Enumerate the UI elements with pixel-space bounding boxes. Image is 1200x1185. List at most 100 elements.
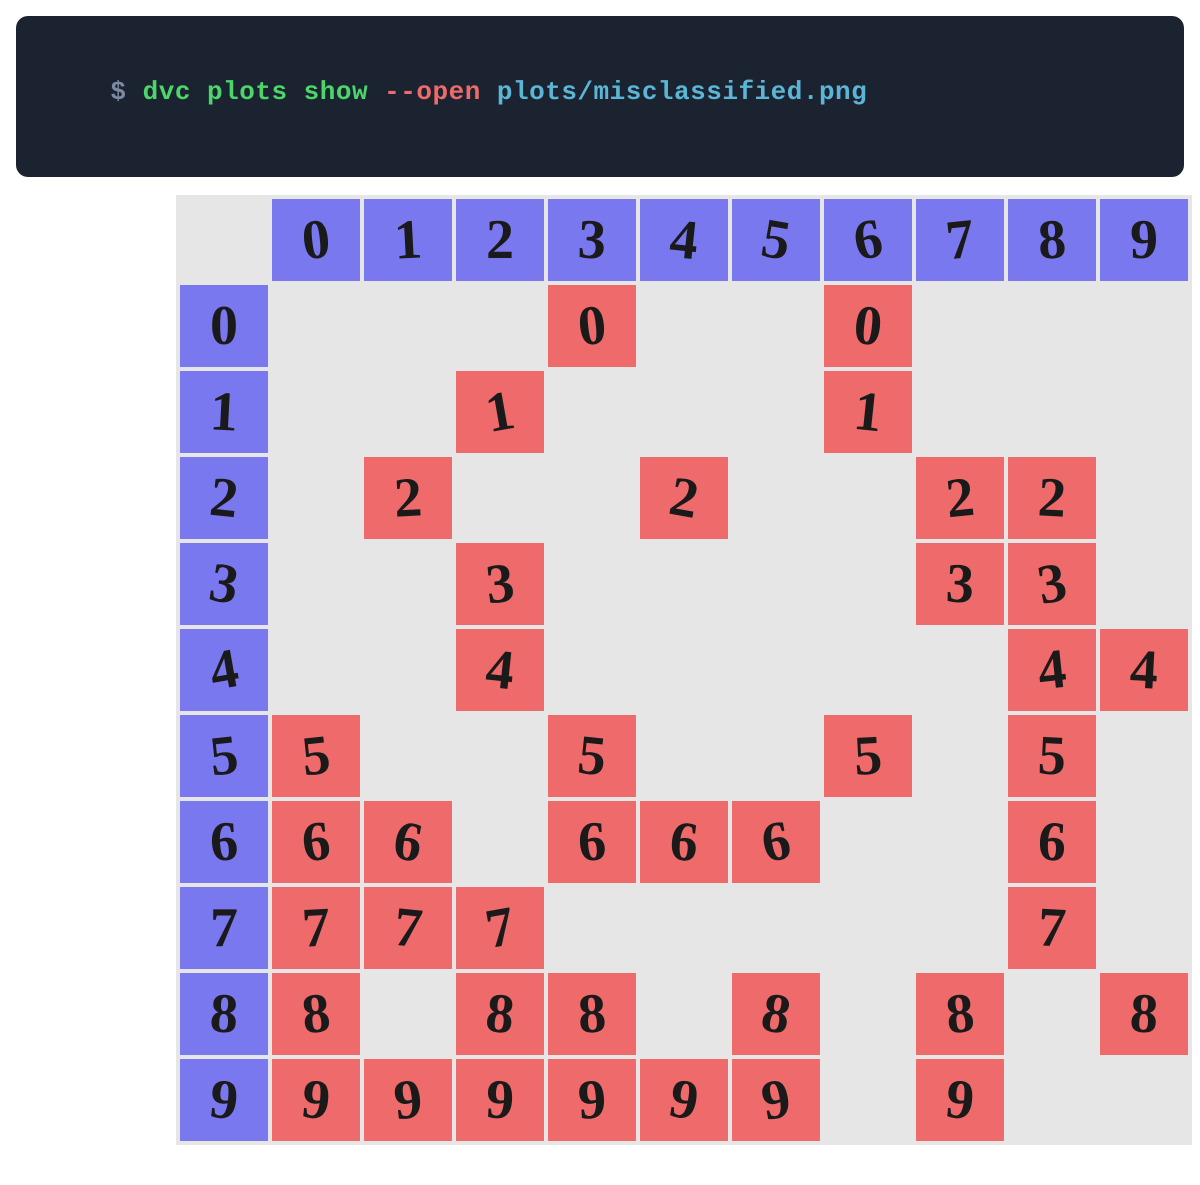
empty-cell-3-9	[1100, 543, 1188, 625]
mis-cell-7-2: 7	[456, 887, 544, 969]
empty-cell-1-7	[916, 371, 1004, 453]
empty-cell-0-9	[1100, 285, 1188, 367]
mis-cell-5-3: 5	[548, 715, 636, 797]
terminal-flag: --open	[368, 77, 497, 107]
empty-cell-4-4	[640, 629, 728, 711]
mis-cell-1-2: 1	[456, 371, 544, 453]
empty-cell-0-8	[1008, 285, 1096, 367]
mis-cell-8-7: 8	[916, 973, 1004, 1055]
mis-glyph: 6	[757, 812, 794, 872]
col-header-glyph: 5	[757, 210, 794, 270]
empty-cell-5-1	[364, 715, 452, 797]
empty-cell-7-3	[548, 887, 636, 969]
mis-glyph: 3	[945, 555, 976, 612]
empty-cell-8-1	[364, 973, 452, 1055]
empty-cell-6-6	[824, 801, 912, 883]
mis-cell-2-4: 2	[640, 457, 728, 539]
mis-cell-9-4: 9	[640, 1059, 728, 1141]
mis-cell-7-1: 7	[364, 887, 452, 969]
row-header-4: 4	[180, 629, 268, 711]
mis-cell-9-1: 9	[364, 1059, 452, 1141]
mis-cell-4-2: 4	[456, 629, 544, 711]
mis-cell-6-4: 6	[640, 801, 728, 883]
col-header-glyph: 4	[667, 211, 701, 270]
mis-glyph: 2	[1037, 469, 1068, 526]
col-header-4: 4	[640, 199, 728, 281]
empty-cell-0-0	[272, 285, 360, 367]
col-header-1: 1	[364, 199, 452, 281]
mis-cell-8-5: 8	[732, 973, 820, 1055]
mis-glyph: 1	[481, 382, 518, 442]
empty-cell-9-6	[824, 1059, 912, 1141]
col-header-glyph: 1	[393, 211, 424, 268]
mis-glyph: 7	[301, 899, 332, 956]
mis-glyph: 9	[485, 1071, 516, 1128]
empty-cell-2-3	[548, 457, 636, 539]
col-header-glyph: 6	[849, 210, 886, 270]
col-header-3: 3	[548, 199, 636, 281]
mis-glyph: 5	[853, 727, 884, 784]
mis-glyph: 6	[1037, 813, 1068, 870]
mis-glyph: 9	[943, 1071, 977, 1130]
col-header-glyph: 3	[577, 211, 608, 268]
row-header-glyph: 0	[210, 298, 238, 354]
row-header-glyph: 4	[205, 640, 242, 700]
mis-glyph: 4	[483, 641, 517, 700]
row-header-9: 9	[180, 1059, 268, 1141]
empty-cell-3-5	[732, 543, 820, 625]
empty-cell-4-1	[364, 629, 452, 711]
empty-cell-8-6	[824, 973, 912, 1055]
mis-glyph: 7	[391, 899, 425, 958]
mis-cell-6-5: 6	[732, 801, 820, 883]
mis-cell-1-6: 1	[824, 371, 912, 453]
empty-cell-2-9	[1100, 457, 1188, 539]
row-header-2: 2	[180, 457, 268, 539]
empty-cell-1-8	[1008, 371, 1096, 453]
row-header-glyph: 8	[209, 985, 240, 1042]
mis-cell-6-0: 6	[272, 801, 360, 883]
empty-cell-2-2	[456, 457, 544, 539]
empty-cell-6-9	[1100, 801, 1188, 883]
row-header-glyph: 7	[210, 900, 238, 956]
row-header-glyph: 9	[207, 1071, 241, 1130]
mis-glyph: 2	[943, 469, 977, 528]
empty-cell-6-7	[916, 801, 1004, 883]
row-header-5: 5	[180, 715, 268, 797]
row-header-7: 7	[180, 887, 268, 969]
empty-cell-1-1	[364, 371, 452, 453]
empty-cell-1-4	[640, 371, 728, 453]
terminal: $ dvc plots show --open plots/misclassif…	[16, 16, 1184, 177]
mis-cell-2-8: 2	[1008, 457, 1096, 539]
mis-cell-8-2: 8	[456, 973, 544, 1055]
row-header-6: 6	[180, 801, 268, 883]
col-header-5: 5	[732, 199, 820, 281]
mis-cell-5-8: 5	[1008, 715, 1096, 797]
mis-cell-6-8: 6	[1008, 801, 1096, 883]
mis-cell-9-0: 9	[272, 1059, 360, 1141]
empty-cell-5-9	[1100, 715, 1188, 797]
mis-cell-7-0: 7	[272, 887, 360, 969]
row-header-8: 8	[180, 973, 268, 1055]
empty-cell-8-4	[640, 973, 728, 1055]
mis-glyph: 4	[1129, 641, 1160, 698]
terminal-prompt: $	[110, 77, 142, 107]
empty-cell-4-0	[272, 629, 360, 711]
mis-cell-0-6: 0	[824, 285, 912, 367]
mis-glyph: 5	[1037, 727, 1068, 784]
mis-glyph: 8	[577, 985, 608, 1042]
row-header-0: 0	[180, 285, 268, 367]
mis-glyph: 2	[393, 469, 424, 526]
mis-glyph: 9	[757, 1070, 794, 1130]
empty-cell-5-7	[916, 715, 1004, 797]
mis-glyph: 0	[851, 297, 885, 356]
empty-cell-4-6	[824, 629, 912, 711]
col-header-9: 9	[1100, 199, 1188, 281]
mis-glyph: 0	[575, 297, 609, 356]
empty-cell-7-4	[640, 887, 728, 969]
mis-cell-7-8: 7	[1008, 887, 1096, 969]
empty-cell-3-4	[640, 543, 728, 625]
row-header-glyph: 5	[207, 727, 241, 786]
plot-corner	[180, 199, 268, 281]
row-header-glyph: 1	[209, 383, 240, 440]
mis-cell-8-9: 8	[1100, 973, 1188, 1055]
